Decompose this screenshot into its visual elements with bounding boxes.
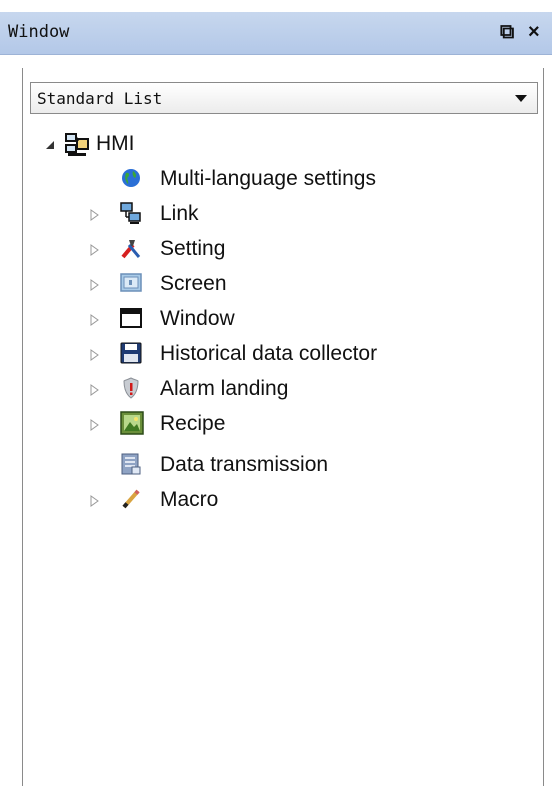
tree-node-label: Multi-language settings [160, 167, 376, 190]
tools-icon [121, 240, 141, 259]
tree-node-multi-language-settings[interactable]: Multi-language settings [80, 163, 460, 197]
tree-node-label: Alarm landing [160, 377, 289, 400]
tree-node-label: HMI [96, 132, 135, 155]
collapsed-triangle-icon[interactable] [88, 278, 100, 292]
tree-node-historical-data-collector[interactable]: Historical data collector [80, 338, 460, 372]
close-icon[interactable]: × [528, 18, 540, 46]
tree-node-label: Setting [160, 237, 226, 260]
tree-node-macro[interactable]: Macro [80, 484, 280, 518]
tree-node-hmi[interactable]: HMI [44, 128, 244, 162]
tree-node-recipe[interactable]: Recipe [80, 408, 280, 442]
collapsed-triangle-icon[interactable] [88, 348, 100, 362]
data-transmission-icon [121, 453, 141, 475]
tree-node-label: Data transmission [160, 453, 329, 476]
collapsed-triangle-icon[interactable] [88, 494, 100, 508]
tree-node-window[interactable]: Window [80, 303, 280, 337]
chevron-down-icon[interactable] [515, 95, 527, 102]
window-title: Window [8, 22, 70, 42]
screen-icon [120, 273, 142, 292]
tree-node-link[interactable]: Link [80, 198, 280, 232]
view-mode-dropdown[interactable]: Standard List [30, 82, 538, 114]
collapsed-triangle-icon[interactable] [88, 313, 100, 327]
tree-node-screen[interactable]: Screen [80, 268, 280, 302]
tree-node-label: Recipe [160, 412, 226, 435]
view-mode-selected: Standard List [37, 89, 163, 108]
tree-node-label: Macro [160, 488, 219, 511]
tree-node-alarm-landing[interactable]: Alarm landing [80, 373, 380, 407]
tree-node-setting[interactable]: Setting [80, 233, 280, 267]
float-pin-icon[interactable]: ⧉ [500, 18, 514, 46]
collapsed-triangle-icon[interactable] [88, 383, 100, 397]
pencil-macro-icon [122, 489, 140, 509]
link-network-icon [120, 202, 141, 224]
floppy-disk-icon [120, 342, 142, 364]
tree-node-label: Window [160, 307, 235, 330]
tree-node-label: Screen [160, 272, 227, 295]
window-titlebar: Window ⧉ × [0, 12, 552, 55]
collapsed-triangle-icon[interactable] [88, 418, 100, 432]
tree-node-label: Link [160, 202, 199, 225]
tree-node-label: Historical data collector [160, 342, 378, 365]
hmi-network-icon [65, 133, 89, 156]
globe-icon [122, 169, 140, 187]
window-icon [120, 308, 142, 328]
recipe-picture-icon [120, 411, 144, 435]
tree-node-data-transmission[interactable]: Data transmission [80, 449, 400, 483]
collapsed-triangle-icon[interactable] [88, 208, 100, 222]
collapsed-triangle-icon[interactable] [88, 243, 100, 257]
alarm-shield-icon [123, 377, 139, 399]
expanded-triangle-icon[interactable] [44, 138, 56, 152]
